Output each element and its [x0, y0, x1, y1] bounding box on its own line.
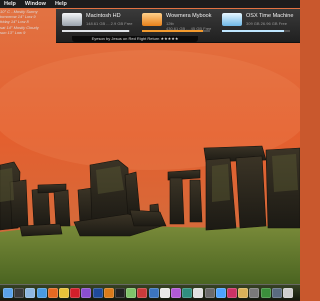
now-playing-bar: Eyeson by Jesus on Red Right Return ★★★★…	[72, 36, 198, 42]
app-icon[interactable]	[227, 288, 237, 298]
app-icon[interactable]	[182, 288, 193, 298]
app-icon[interactable]	[260, 288, 271, 298]
terminal-icon[interactable]	[115, 288, 125, 298]
menu-help[interactable]: Help	[55, 0, 67, 8]
app-icon[interactable]	[249, 288, 260, 298]
app-icon[interactable]	[171, 288, 181, 298]
external-drive-icon	[142, 13, 162, 26]
calendar-icon[interactable]	[159, 288, 170, 298]
drive-info: 148.61 GB ... 2.9 GB Free	[86, 21, 133, 26]
drive-name: OSX Time Machine	[246, 13, 294, 19]
firefox-icon[interactable]	[47, 288, 58, 298]
drive-name: Macintosh HD	[86, 13, 121, 19]
app-icon[interactable]	[148, 288, 159, 298]
itunes-icon[interactable]	[81, 288, 92, 298]
illustrator-icon[interactable]	[103, 288, 114, 298]
dashboard-icon[interactable]	[14, 288, 25, 298]
app-icon[interactable]	[204, 288, 215, 298]
app-icon[interactable]	[126, 288, 137, 298]
mail-icon[interactable]	[25, 288, 36, 298]
drive-info: 309 GB 26.96 GB Free	[246, 21, 287, 26]
weather-line: sun 13° Low 9	[0, 29, 26, 35]
chrome-icon[interactable]	[59, 288, 69, 298]
photoshop-icon[interactable]	[92, 288, 103, 298]
downloads-icon[interactable]	[271, 288, 282, 298]
menu-bar: Help Window Help	[0, 0, 300, 8]
app-icon[interactable]	[193, 288, 204, 298]
drive-usage-bar	[222, 30, 290, 32]
dock	[0, 284, 300, 301]
trash-icon[interactable]	[283, 288, 293, 298]
finder-icon[interactable]	[3, 288, 13, 298]
hard-drive-icon	[62, 13, 82, 26]
time-machine-drive-icon	[222, 13, 242, 26]
opera-icon[interactable]	[70, 288, 81, 298]
app-icon[interactable]	[137, 288, 148, 298]
safari-icon[interactable]	[36, 288, 47, 298]
drive-usage-bar	[62, 30, 130, 32]
desktop-wallpaper	[0, 0, 300, 300]
weather-widget: 10° C - Mostly Sunny tomorrow 14° Low 9 …	[0, 9, 56, 35]
menu-window[interactable]: Window	[25, 0, 46, 8]
menu-help-left[interactable]: Help	[4, 0, 16, 8]
app-icon[interactable]	[238, 288, 249, 298]
drive-name: Wowmera Mybook	[166, 13, 212, 19]
app-icon[interactable]	[215, 288, 226, 298]
drive-usage-bar	[142, 30, 210, 32]
